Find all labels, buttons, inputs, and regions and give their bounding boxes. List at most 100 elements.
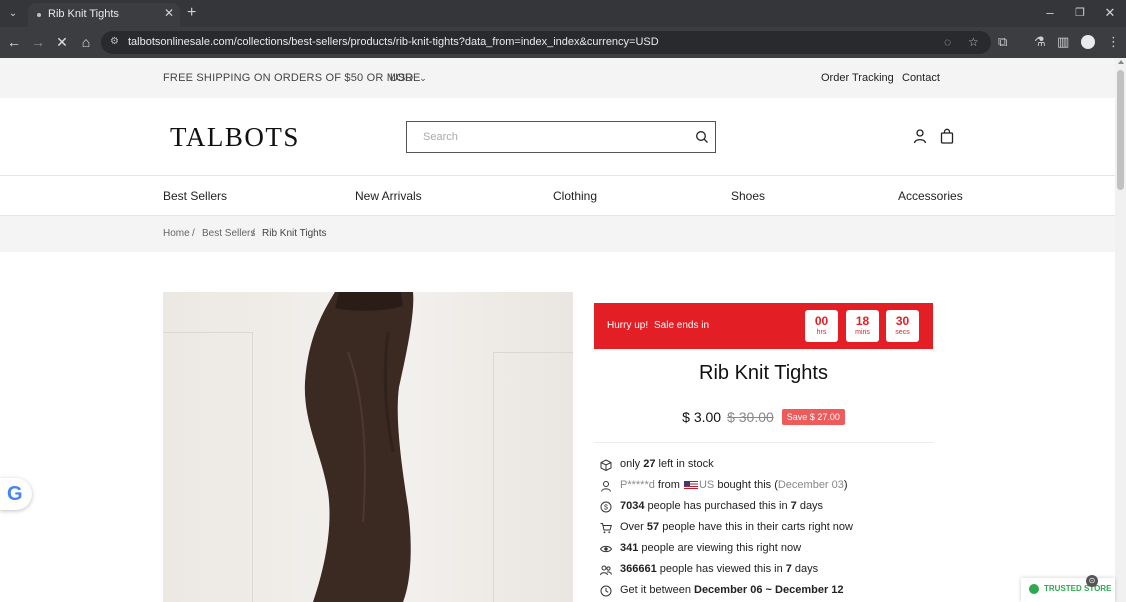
browser-toolbar: ← → ✕ ⌂ ⚙ talbotsonlinesale.com/collecti… bbox=[0, 27, 1126, 58]
tights-photo bbox=[304, 292, 414, 602]
order-tracking-link[interactable]: Order Tracking bbox=[821, 72, 894, 84]
search-input[interactable] bbox=[407, 122, 687, 152]
timer-minutes: 18 mins bbox=[846, 310, 879, 342]
us-flag-icon bbox=[683, 481, 698, 490]
back-icon[interactable]: ← bbox=[5, 33, 23, 51]
nav-best-sellers[interactable]: Best Sellers bbox=[163, 189, 227, 203]
minimize-icon[interactable]: – bbox=[1040, 4, 1060, 22]
account-icon[interactable] bbox=[912, 128, 928, 144]
home-icon[interactable]: ⌂ bbox=[77, 33, 95, 51]
tab-loading-icon bbox=[37, 13, 41, 17]
dollar-icon: $ bbox=[600, 501, 612, 513]
timer-seconds-value: 30 bbox=[895, 314, 910, 328]
site-header: TALBOTS bbox=[0, 98, 1115, 176]
sale-countdown-bar: Hurry up! Sale ends in 00 hrs 18 mins 30… bbox=[594, 303, 933, 349]
tab-title: Rib Knit Tights bbox=[48, 8, 119, 20]
page-scrollbar[interactable] bbox=[1115, 58, 1126, 602]
viewed-suffix: days bbox=[791, 563, 819, 575]
site-info-icon[interactable]: ⚙ bbox=[110, 36, 122, 48]
current-price: $ 3.00 bbox=[682, 409, 722, 425]
google-translate-badge[interactable]: G bbox=[0, 478, 32, 510]
people-icon bbox=[600, 565, 612, 576]
buyer-name: P*****d bbox=[620, 479, 655, 491]
nav-accessories[interactable]: Accessories bbox=[898, 189, 963, 203]
recent-purchase-info: P*****d from US bought this (December 03… bbox=[600, 479, 940, 495]
contact-link[interactable]: Contact bbox=[902, 72, 940, 84]
tab-close-icon[interactable]: ✕ bbox=[164, 6, 174, 20]
browser-menu-icon[interactable]: ⋮ bbox=[1107, 34, 1120, 50]
stock-info: only 27 left in stock bbox=[600, 458, 940, 474]
tracking-protection-icon[interactable]: ◌ bbox=[944, 35, 951, 49]
breadcrumb-separator: / bbox=[252, 228, 255, 239]
site-logo[interactable]: TALBOTS bbox=[170, 122, 300, 153]
original-price: $ 30.00 bbox=[727, 409, 774, 425]
cart-count-bubble-icon[interactable]: ⊙ bbox=[1086, 575, 1098, 587]
svg-text:$: $ bbox=[604, 505, 608, 512]
address-bar[interactable]: ⚙ talbotsonlinesale.com/collections/best… bbox=[101, 31, 991, 54]
delivery-start: December 06 bbox=[694, 584, 763, 596]
scroll-up-arrow-icon[interactable] bbox=[1118, 60, 1124, 64]
browser-tab[interactable]: Rib Knit Tights ✕ bbox=[28, 3, 180, 27]
search-box bbox=[406, 121, 716, 153]
free-shipping-text: FREE SHIPPING ON ORDERS OF $50 OR MORE bbox=[163, 72, 421, 84]
trusted-store-label: TRUSTED STORE bbox=[1044, 584, 1112, 593]
sale-ends-text: Sale ends in bbox=[654, 320, 710, 331]
trusted-store-badge[interactable]: TRUSTED STORE bbox=[1021, 578, 1115, 602]
timer-minutes-label: mins bbox=[855, 329, 870, 336]
tab-search-icon[interactable]: ⌄ bbox=[4, 5, 22, 23]
scrollbar-thumb[interactable] bbox=[1117, 70, 1124, 190]
bookmark-star-icon[interactable]: ☆ bbox=[968, 35, 979, 49]
timer-hours: 00 hrs bbox=[805, 310, 838, 342]
sale-hurry-text: Hurry up! bbox=[607, 320, 649, 331]
currency-selector[interactable]: USD ⌄ bbox=[390, 72, 427, 84]
timer-minutes-value: 18 bbox=[855, 314, 870, 328]
cart-count-info: Over 57 people have this in their carts … bbox=[600, 521, 940, 537]
new-tab-icon[interactable]: + bbox=[187, 4, 196, 22]
shopping-bag-icon[interactable] bbox=[939, 128, 955, 144]
nav-clothing[interactable]: Clothing bbox=[553, 189, 597, 203]
bought-date: December 03 bbox=[777, 479, 844, 491]
viewed-text: people has viewed this in bbox=[656, 563, 786, 575]
breadcrumb-best-sellers[interactable]: Best Sellers bbox=[202, 228, 255, 239]
eye-icon bbox=[600, 545, 612, 553]
side-panel-icon[interactable]: ▥ bbox=[1057, 34, 1069, 50]
delivery-info: Get it between December 06 ~ December 12 bbox=[600, 584, 940, 600]
purchase-suffix: days bbox=[796, 500, 824, 512]
nav-shoes[interactable]: Shoes bbox=[731, 189, 765, 203]
forward-icon[interactable]: → bbox=[29, 33, 47, 51]
window-close-icon[interactable]: ✕ bbox=[1100, 4, 1120, 22]
from-text: from bbox=[654, 479, 683, 491]
timer-seconds-label: secs bbox=[895, 329, 910, 336]
profile-avatar[interactable] bbox=[1081, 35, 1095, 49]
breadcrumb-home[interactable]: Home bbox=[163, 228, 190, 239]
product-title: Rib Knit Tights bbox=[699, 362, 828, 384]
shield-check-icon bbox=[1029, 584, 1039, 594]
stop-loading-icon[interactable]: ✕ bbox=[53, 33, 71, 51]
price-row: $ 3.00 $ 30.00 Save $ 27.00 bbox=[594, 409, 933, 431]
restore-icon[interactable]: ❐ bbox=[1070, 4, 1090, 22]
timer-hours-label: hrs bbox=[816, 329, 827, 336]
search-icon[interactable] bbox=[695, 130, 709, 144]
cart-count: 57 bbox=[646, 521, 660, 533]
bought-close: ) bbox=[843, 479, 848, 491]
product-image[interactable] bbox=[163, 292, 573, 602]
cart-suffix: people have this in their carts right no… bbox=[659, 521, 853, 533]
nav-new-arrivals[interactable]: New Arrivals bbox=[355, 189, 422, 203]
stock-prefix: only bbox=[620, 458, 644, 470]
extensions-icon[interactable]: ⧉ bbox=[998, 34, 1007, 50]
announcement-bar: FREE SHIPPING ON ORDERS OF $50 OR MORE U… bbox=[0, 58, 1115, 98]
chevron-down-icon: ⌄ bbox=[419, 73, 427, 83]
viewing-suffix: people are viewing this right now bbox=[638, 542, 802, 554]
purchase-count-info: $ 7034 people has purchased this in 7 da… bbox=[600, 500, 940, 516]
timer-hours-value: 00 bbox=[814, 314, 829, 328]
url-text[interactable]: talbotsonlinesale.com/collections/best-s… bbox=[128, 36, 659, 48]
user-icon bbox=[601, 481, 611, 492]
stock-suffix: left in stock bbox=[655, 458, 714, 470]
viewed-count: 366661 bbox=[620, 563, 657, 575]
delivery-separator: ~ bbox=[762, 584, 776, 596]
bought-text: bought this ( bbox=[714, 479, 778, 491]
stock-count: 27 bbox=[643, 458, 656, 470]
labs-icon[interactable]: ⚗ bbox=[1034, 34, 1046, 50]
viewing-count: 341 bbox=[620, 542, 639, 554]
save-badge: Save $ 27.00 bbox=[781, 409, 845, 425]
